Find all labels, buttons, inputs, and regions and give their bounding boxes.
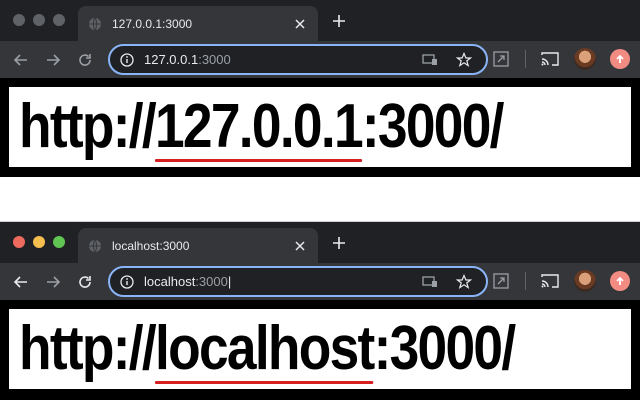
url-host: 127.0.0.1 xyxy=(144,52,199,67)
reload-icon[interactable] xyxy=(76,51,94,69)
update-icon[interactable] xyxy=(610,271,630,291)
browser-tab[interactable]: 127.0.0.1:3000 xyxy=(78,6,318,41)
avatar[interactable] xyxy=(574,48,596,70)
forward-icon[interactable] xyxy=(44,51,62,69)
cast-icon[interactable] xyxy=(540,271,560,291)
globe-icon xyxy=(88,239,102,253)
url-host-highlight: localhost xyxy=(155,314,375,384)
close-window-button[interactable] xyxy=(13,14,25,26)
extension-icon[interactable] xyxy=(491,49,511,69)
extension-icon[interactable] xyxy=(491,271,511,291)
toolbar-divider xyxy=(525,50,526,68)
traffic-lights xyxy=(13,14,65,26)
url-suffix: :3000/ xyxy=(373,314,517,383)
url-text[interactable]: 127.0.0.1:3000 xyxy=(144,52,422,67)
toolbar-divider xyxy=(525,272,526,290)
cast-tab-icon[interactable] xyxy=(422,52,438,68)
new-tab-button[interactable] xyxy=(330,12,348,30)
back-icon[interactable] xyxy=(12,273,30,291)
close-tab-icon[interactable] xyxy=(292,238,308,254)
close-window-button[interactable] xyxy=(13,236,25,248)
new-tab-button[interactable] xyxy=(330,234,348,252)
info-icon[interactable] xyxy=(120,274,134,289)
reload-icon[interactable] xyxy=(76,273,94,291)
tab-title: localhost:3000 xyxy=(112,238,190,253)
minimize-window-button[interactable] xyxy=(33,236,45,248)
browser-window-bottom: localhost:3000 localhost:3000| http://lo… xyxy=(0,221,640,400)
url-suffix: :3000/ xyxy=(361,92,505,161)
browser-window-top: 127.0.0.1:3000 127.0.0.1:3000 http://127… xyxy=(0,0,640,177)
update-icon[interactable] xyxy=(610,49,630,69)
info-icon[interactable] xyxy=(120,52,134,67)
address-bar[interactable]: 127.0.0.1:3000 xyxy=(108,44,488,75)
forward-icon[interactable] xyxy=(44,273,62,291)
star-icon[interactable] xyxy=(456,51,472,68)
zoom-window-button[interactable] xyxy=(53,236,65,248)
address-bar[interactable]: localhost:3000| xyxy=(108,266,488,297)
cast-tab-icon[interactable] xyxy=(422,274,438,290)
browser-tab[interactable]: localhost:3000 xyxy=(78,228,318,263)
titlebar: localhost:3000 xyxy=(0,222,640,263)
tab-title: 127.0.0.1:3000 xyxy=(112,16,193,31)
close-tab-icon[interactable] xyxy=(292,16,308,32)
toolbar: 127.0.0.1:3000 xyxy=(0,41,640,78)
url-prefix: http:// xyxy=(19,314,157,383)
star-icon[interactable] xyxy=(456,273,472,290)
traffic-lights xyxy=(13,236,65,248)
page-content: http://localhost:3000/ xyxy=(9,309,631,389)
page-url-heading: http://127.0.0.1:3000/ xyxy=(19,92,504,162)
url-host: localhost xyxy=(144,274,196,289)
url-text[interactable]: localhost:3000| xyxy=(144,274,422,289)
text-cursor: | xyxy=(227,274,232,289)
url-port: :3000 xyxy=(195,274,228,289)
url-port: :3000 xyxy=(198,52,231,67)
avatar[interactable] xyxy=(574,270,596,292)
globe-icon xyxy=(88,17,102,31)
minimize-window-button[interactable] xyxy=(33,14,45,26)
cast-icon[interactable] xyxy=(540,49,560,69)
url-prefix: http:// xyxy=(19,92,157,161)
zoom-window-button[interactable] xyxy=(53,14,65,26)
titlebar: 127.0.0.1:3000 xyxy=(0,0,640,41)
back-icon[interactable] xyxy=(12,51,30,69)
url-host-highlight: 127.0.0.1 xyxy=(155,92,364,162)
page-url-heading: http://localhost:3000/ xyxy=(19,314,516,384)
toolbar: localhost:3000| xyxy=(0,263,640,300)
page-content: http://127.0.0.1:3000/ xyxy=(9,87,631,167)
